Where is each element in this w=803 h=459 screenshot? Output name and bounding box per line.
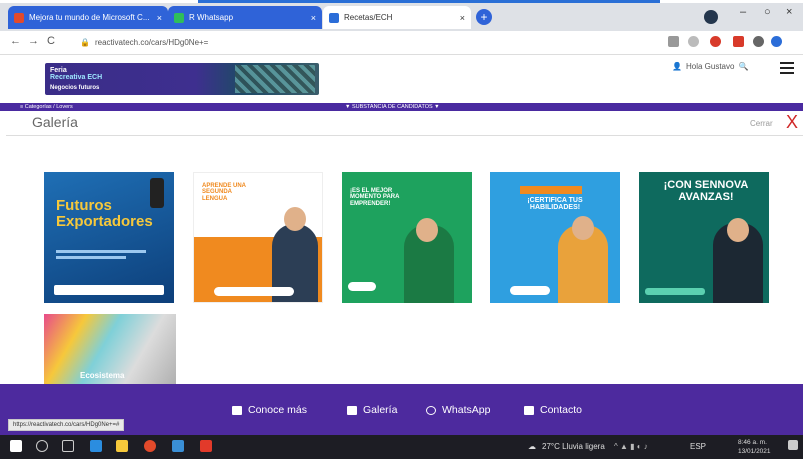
pdf-icon[interactable] xyxy=(200,440,212,452)
logos-strip xyxy=(214,287,294,296)
weather-icon[interactable]: ☁ xyxy=(528,442,536,451)
clock-date[interactable]: 13/01/2021 xyxy=(738,448,771,455)
extension-icon[interactable] xyxy=(733,36,744,47)
tab-favicon-icon xyxy=(14,12,24,23)
whatsapp-icon xyxy=(426,405,436,415)
star-icon[interactable] xyxy=(688,36,699,47)
footer-link-conoce[interactable]: Conoce más xyxy=(232,404,307,416)
close-window-button[interactable]: × xyxy=(786,6,792,18)
minimize-button[interactable]: – xyxy=(740,6,746,18)
search-icon[interactable] xyxy=(36,440,48,452)
footer-link-galeria[interactable]: Galería xyxy=(347,404,397,416)
gallery-title: Galería xyxy=(32,114,78,130)
system-tray-icons[interactable]: ^ ▲ ▮ ◐ ♪ xyxy=(614,442,648,451)
close-label[interactable]: Cerrar xyxy=(750,119,773,128)
gallery-header xyxy=(6,112,803,136)
site-logo-banner[interactable]: Feria Recreativa ECH Negocios futuros xyxy=(45,63,319,95)
chrome-icon[interactable] xyxy=(144,440,156,452)
logos-strip xyxy=(348,282,376,291)
logos-strip xyxy=(510,286,550,295)
search-icon[interactable]: 🔍 xyxy=(738,62,748,71)
footer-link-whatsapp[interactable]: WhatsApp xyxy=(426,404,490,416)
list-icon xyxy=(232,405,242,415)
url-input[interactable]: 🔒 reactivatech.co/cars/HDg0Ne+= xyxy=(80,34,660,51)
clock-time[interactable]: 8:46 a. m. xyxy=(738,439,767,446)
new-tab-button[interactable]: + xyxy=(476,9,492,25)
logos-strip xyxy=(645,288,705,295)
whatsapp-favicon-icon xyxy=(174,12,184,23)
language-indicator[interactable]: ESP xyxy=(690,442,706,451)
windows-start-icon[interactable] xyxy=(10,440,22,452)
forward-button[interactable]: → xyxy=(28,35,39,47)
logos-strip xyxy=(54,285,164,295)
gallery-item[interactable]: ¡CON SENNOVA AVANZAS! xyxy=(639,172,769,303)
gallery-item[interactable]: Futuros Exportadores xyxy=(44,172,174,303)
mail-icon xyxy=(524,405,534,415)
close-icon[interactable]: X xyxy=(786,112,798,132)
hamburger-menu-button[interactable] xyxy=(780,62,794,77)
close-tab-icon[interactable]: × xyxy=(305,13,316,23)
gallery-item[interactable]: ¡CERTIFICA TUS HABILIDADES! xyxy=(490,172,620,303)
close-tab-icon[interactable]: × xyxy=(454,13,465,23)
footer-link-contacto[interactable]: Contacto xyxy=(524,404,582,416)
status-bar-url: https://reactivatech.co/cars/HDg0Ne+=# xyxy=(8,419,125,431)
extension-icon[interactable] xyxy=(710,36,721,47)
image-icon xyxy=(347,405,357,415)
user-icon: 👤 xyxy=(672,62,682,71)
gallery-item[interactable]: ¡ES EL MEJOR MOMENTO PARA EMPRENDER! xyxy=(342,172,472,303)
gallery-item[interactable]: APRENDE UNA SEGUNDA LENGUA xyxy=(193,172,323,303)
lock-icon: 🔒 xyxy=(80,38,90,47)
maximize-button[interactable]: ○ xyxy=(764,6,771,18)
weather-text[interactable]: 27°C Lluvia ligera xyxy=(542,442,605,451)
browser-tab-1[interactable]: Mejora tu mundo de Microsoft C... × xyxy=(8,6,168,29)
tab-favicon-icon xyxy=(329,12,339,23)
file-explorer-icon[interactable] xyxy=(116,440,128,452)
profile-icon[interactable] xyxy=(771,36,782,47)
gallery-item[interactable]: Ecosistema xyxy=(44,314,176,384)
puzzle-icon[interactable] xyxy=(753,36,764,47)
browser-tab-2[interactable]: R Whatsapp × xyxy=(168,6,322,29)
user-greeting[interactable]: 👤 Hola Gustavo 🔍 xyxy=(672,62,748,71)
category-nav-strip: ≡ Categorías / Lovers ▼ SUBSTANCIA DE CA… xyxy=(0,103,803,111)
task-view-icon[interactable] xyxy=(62,440,74,452)
edge-icon[interactable] xyxy=(90,440,102,452)
reload-button[interactable]: C xyxy=(47,35,55,47)
close-tab-icon[interactable]: × xyxy=(151,13,162,23)
notification-icon[interactable] xyxy=(788,440,798,450)
banner-graphic xyxy=(235,65,315,93)
profile-avatar-icon[interactable] xyxy=(704,10,718,24)
browser-tab-3-active[interactable]: Recetas/ECH × xyxy=(323,6,471,29)
key-icon[interactable] xyxy=(668,36,679,47)
back-button[interactable]: ← xyxy=(10,35,21,47)
app-icon[interactable] xyxy=(172,440,184,452)
browser-tab-bar: Mejora tu mundo de Microsoft C... × R Wh… xyxy=(0,3,803,31)
